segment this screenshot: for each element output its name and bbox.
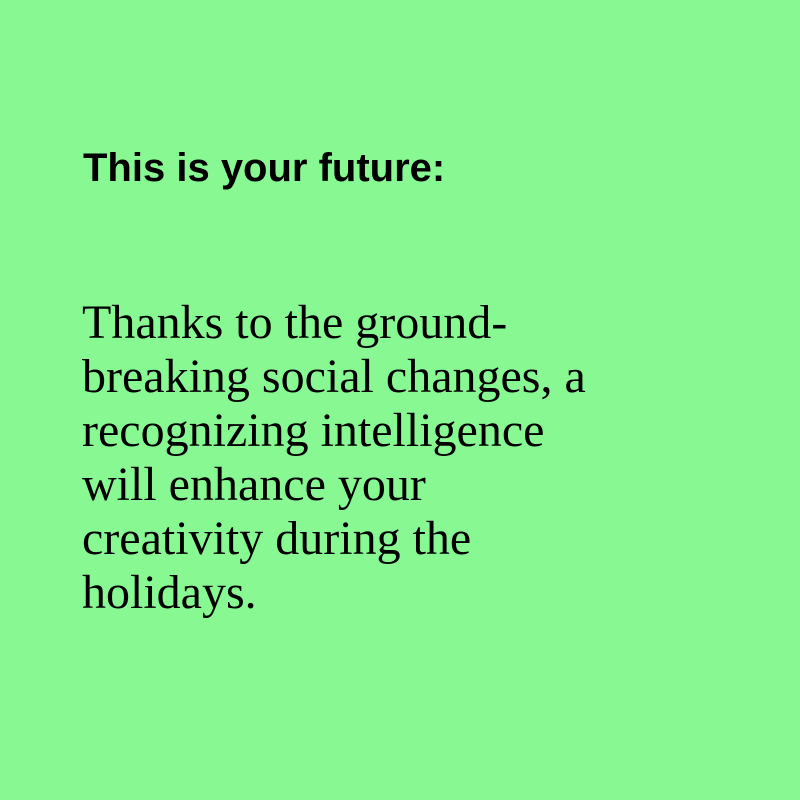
fortune-heading: This is your future: bbox=[83, 146, 446, 190]
fortune-message-line: recognizing intelligence bbox=[82, 404, 545, 457]
fortune-message: Thanks to the ground- breaking social ch… bbox=[82, 296, 586, 620]
fortune-message-line: holidays. bbox=[82, 566, 257, 619]
fortune-message-line: creativity during the bbox=[82, 512, 472, 565]
fortune-message-line: Thanks to the ground- bbox=[82, 296, 508, 349]
fortune-message-line: will enhance your bbox=[82, 458, 426, 511]
fortune-message-line: breaking social changes, a bbox=[82, 350, 586, 403]
fortune-card: This is your future: Thanks to the groun… bbox=[0, 0, 800, 800]
